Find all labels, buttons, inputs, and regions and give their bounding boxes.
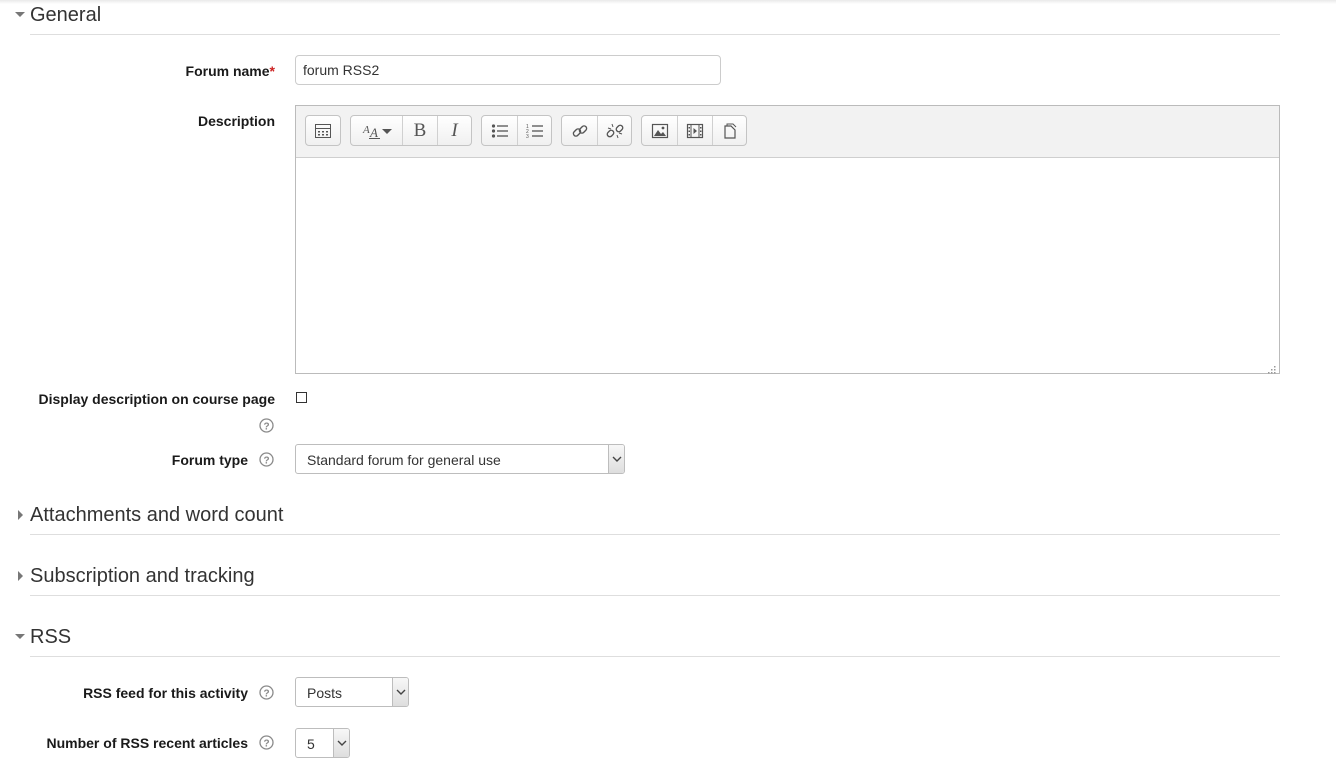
chevron-down-icon xyxy=(608,445,624,473)
forum-name-label: Forum name* xyxy=(186,63,275,79)
ordered-list-icon: 1 2 3 xyxy=(526,124,543,139)
svg-text:3: 3 xyxy=(526,134,529,139)
svg-text:A: A xyxy=(362,124,370,136)
font-style-icon: A A xyxy=(362,124,392,140)
section-rss-title: RSS xyxy=(30,625,72,648)
section-rss-toggle[interactable]: RSS xyxy=(14,622,1280,652)
help-icon[interactable]: ? xyxy=(259,685,274,700)
italic-button[interactable]: I xyxy=(437,116,471,145)
font-style-button[interactable]: A A xyxy=(351,116,402,145)
forum-name-input[interactable] xyxy=(295,55,721,85)
rss-articles-value: 5 xyxy=(307,736,315,752)
unordered-list-icon xyxy=(491,123,508,138)
section-subscription-title: Subscription and tracking xyxy=(30,564,255,587)
svg-text:A: A xyxy=(369,125,378,140)
resize-handle-icon[interactable] xyxy=(1267,361,1276,374)
svg-text:?: ? xyxy=(263,456,269,467)
help-icon[interactable]: ? xyxy=(259,452,274,467)
unordered-list-button[interactable] xyxy=(482,116,517,145)
bold-icon: B xyxy=(413,119,427,141)
forum-type-label: Forum type xyxy=(171,452,248,468)
rss-feed-value: Posts xyxy=(307,685,343,701)
forum-type-value: Standard forum for general use xyxy=(307,452,501,468)
image-button[interactable] xyxy=(642,116,677,145)
unlink-icon xyxy=(606,123,623,138)
chevron-down-icon xyxy=(392,678,408,706)
caret-right-icon xyxy=(14,507,30,523)
section-general-title: General xyxy=(30,3,102,26)
section-subscription-toggle[interactable]: Subscription and tracking xyxy=(14,561,1280,591)
toolbar-group-lists: 1 2 3 xyxy=(481,115,552,146)
description-label: Description xyxy=(197,113,275,129)
toolbar-toggle-icon xyxy=(315,123,331,138)
manage-files-icon xyxy=(723,123,736,139)
section-divider xyxy=(30,656,1280,657)
bold-button[interactable]: B xyxy=(402,116,437,145)
toolbar-group-media xyxy=(641,115,747,146)
svg-text:?: ? xyxy=(263,739,269,750)
description-editor: A A B I 1 2 3 xyxy=(295,105,1280,374)
section-divider xyxy=(30,534,1280,535)
italic-icon: I xyxy=(451,119,458,141)
chevron-down-icon xyxy=(333,729,349,757)
svg-text:?: ? xyxy=(263,689,269,700)
caret-down-icon xyxy=(14,7,30,23)
required-marker: * xyxy=(269,63,275,79)
section-general-toggle[interactable]: General xyxy=(14,0,1280,30)
forum-type-select[interactable]: Standard forum for general use xyxy=(295,444,625,474)
caret-right-icon xyxy=(14,568,30,584)
rss-feed-label: RSS feed for this activity xyxy=(83,685,248,701)
unlink-button[interactable] xyxy=(597,116,631,145)
rss-feed-select[interactable]: Posts xyxy=(295,677,409,707)
description-textarea[interactable] xyxy=(296,158,1279,373)
toolbar-group-links xyxy=(561,115,632,146)
section-attachments-title: Attachments and word count xyxy=(30,503,284,526)
rss-articles-label: Number of RSS recent articles xyxy=(46,735,248,751)
display-description-label: Display description on course page xyxy=(38,391,275,407)
caret-down-icon xyxy=(14,629,30,645)
link-button[interactable] xyxy=(562,116,597,145)
section-divider xyxy=(30,595,1280,596)
help-icon[interactable]: ? xyxy=(259,418,274,433)
display-description-checkbox[interactable] xyxy=(296,392,307,403)
image-icon xyxy=(651,123,668,138)
media-button[interactable] xyxy=(677,116,712,145)
help-icon[interactable]: ? xyxy=(259,735,274,750)
link-icon xyxy=(572,124,587,137)
rss-articles-select[interactable]: 5 xyxy=(295,728,350,758)
section-attachments-toggle[interactable]: Attachments and word count xyxy=(14,500,1280,530)
section-divider xyxy=(30,34,1280,35)
forum-name-label-text: Forum name xyxy=(185,63,270,79)
ordered-list-button[interactable]: 1 2 3 xyxy=(517,116,551,145)
manage-files-button[interactable] xyxy=(712,116,746,145)
media-icon xyxy=(686,123,704,138)
svg-text:?: ? xyxy=(263,422,269,433)
toolbar-group-style: A A B I xyxy=(350,115,472,146)
editor-toolbar: A A B I 1 2 3 xyxy=(296,106,1279,158)
toolbar-group-toggle xyxy=(305,115,341,146)
toolbar-toggle-button[interactable] xyxy=(306,116,340,145)
